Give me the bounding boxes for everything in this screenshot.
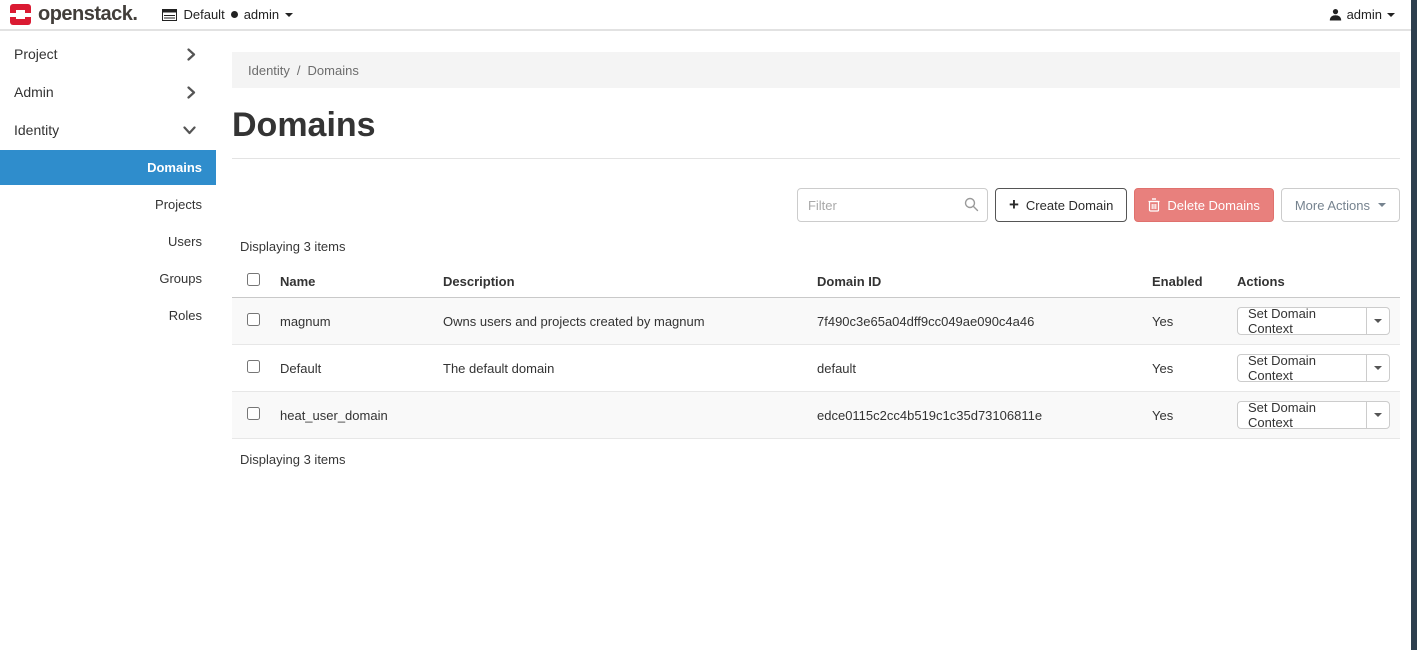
cell-domain-id: edce0115c2cc4b519c1c35d73106811e <box>817 408 1152 423</box>
context-separator-dot <box>231 11 238 18</box>
cell-domain-id: 7f490c3e65a04dff9cc049ae090c4a46 <box>817 314 1152 329</box>
cell-description: Owns users and projects created by magnu… <box>443 314 817 329</box>
page-title: Domains <box>232 105 1400 145</box>
openstack-brand-link[interactable]: openstack. <box>10 3 137 26</box>
row-action-split-button: Set Domain Context <box>1237 307 1390 335</box>
vertical-scrollbar[interactable] <box>1411 0 1417 650</box>
caret-down-icon <box>1374 319 1382 323</box>
context-switcher[interactable]: Default admin <box>162 7 293 22</box>
table-row: magnum Owns users and projects created b… <box>232 298 1400 345</box>
sidebar-item-label: Admin <box>14 84 54 100</box>
top-navbar: openstack. Default admin admin <box>0 0 1417 31</box>
row-checkbox[interactable] <box>247 407 260 420</box>
sidebar-item-projects[interactable]: Projects <box>0 186 216 223</box>
row-actions-caret-button[interactable] <box>1366 355 1389 381</box>
create-domain-button[interactable]: + Create Domain <box>995 188 1127 222</box>
user-menu-label: admin <box>1347 7 1382 22</box>
plus-icon: + <box>1009 196 1019 213</box>
domains-table: Name Description Domain ID Enabled Actio… <box>232 265 1400 439</box>
row-action-split-button: Set Domain Context <box>1237 401 1390 429</box>
more-actions-button[interactable]: More Actions <box>1281 188 1400 222</box>
context-user-label: admin <box>244 7 279 22</box>
cell-description: The default domain <box>443 361 817 376</box>
table-header-row: Name Description Domain ID Enabled Actio… <box>232 265 1400 298</box>
row-actions-caret-button[interactable] <box>1366 308 1389 334</box>
cell-name: Default <box>280 361 443 376</box>
caret-down-icon <box>285 13 293 17</box>
sidebar-item-groups[interactable]: Groups <box>0 260 216 297</box>
context-domain-label: Default <box>183 7 224 22</box>
select-all-checkbox[interactable] <box>247 273 260 286</box>
cell-name: heat_user_domain <box>280 408 443 423</box>
table-row: Default The default domain default Yes S… <box>232 345 1400 392</box>
main-content: Identity / Domains Domains + Create Doma… <box>232 52 1400 467</box>
table-toolbar: + Create Domain Delete Domains More Acti… <box>232 188 1400 222</box>
sidebar: Project Admin Identity Domains Projects … <box>0 33 216 334</box>
sidebar-item-roles[interactable]: Roles <box>0 297 216 334</box>
items-count-bottom: Displaying 3 items <box>240 452 1400 467</box>
sidebar-item-users[interactable]: Users <box>0 223 216 260</box>
brand-text: openstack. <box>38 3 137 26</box>
sidebar-item-project[interactable]: Project <box>0 35 216 73</box>
column-header-enabled: Enabled <box>1152 274 1237 289</box>
sidebar-item-admin[interactable]: Admin <box>0 73 216 111</box>
caret-down-icon <box>1374 366 1382 370</box>
cell-enabled: Yes <box>1152 314 1237 329</box>
column-header-domain-id: Domain ID <box>817 274 1152 289</box>
chevron-right-icon <box>187 48 196 61</box>
items-count-top: Displaying 3 items <box>240 239 1400 254</box>
more-actions-label: More Actions <box>1295 198 1370 213</box>
search-icon <box>964 197 979 212</box>
sidebar-item-domains[interactable]: Domains <box>0 150 216 185</box>
sidebar-item-identity[interactable]: Identity <box>0 111 216 149</box>
column-header-description: Description <box>443 274 817 289</box>
row-checkbox[interactable] <box>247 313 260 326</box>
breadcrumb: Identity / Domains <box>232 52 1400 88</box>
filter-input[interactable] <box>797 188 988 222</box>
table-row: heat_user_domain edce0115c2cc4b519c1c35d… <box>232 392 1400 439</box>
window-icon <box>162 9 177 21</box>
set-domain-context-button[interactable]: Set Domain Context <box>1238 355 1366 381</box>
breadcrumb-current: Domains <box>308 63 359 78</box>
sidebar-item-label: Identity <box>14 122 59 138</box>
set-domain-context-button[interactable]: Set Domain Context <box>1238 308 1366 334</box>
column-header-name: Name <box>280 274 443 289</box>
row-action-split-button: Set Domain Context <box>1237 354 1390 382</box>
trash-icon <box>1148 198 1160 212</box>
create-domain-label: Create Domain <box>1026 198 1113 213</box>
delete-domains-button[interactable]: Delete Domains <box>1134 188 1274 222</box>
person-icon <box>1329 8 1342 21</box>
delete-domains-label: Delete Domains <box>1167 198 1260 213</box>
caret-down-icon <box>1387 13 1395 17</box>
cell-name: magnum <box>280 314 443 329</box>
caret-down-icon <box>1378 203 1386 207</box>
row-checkbox[interactable] <box>247 360 260 373</box>
set-domain-context-button[interactable]: Set Domain Context <box>1238 402 1366 428</box>
breadcrumb-separator: / <box>297 63 301 78</box>
cell-enabled: Yes <box>1152 408 1237 423</box>
user-menu[interactable]: admin <box>1329 7 1395 22</box>
cell-enabled: Yes <box>1152 361 1237 376</box>
chevron-down-icon <box>183 126 196 135</box>
breadcrumb-identity-link[interactable]: Identity <box>248 63 290 78</box>
caret-down-icon <box>1374 413 1382 417</box>
chevron-right-icon <box>187 86 196 99</box>
cell-domain-id: default <box>817 361 1152 376</box>
column-header-actions: Actions <box>1237 274 1400 289</box>
openstack-logo-icon <box>10 4 31 25</box>
sidebar-item-label: Project <box>14 46 58 62</box>
row-actions-caret-button[interactable] <box>1366 402 1389 428</box>
